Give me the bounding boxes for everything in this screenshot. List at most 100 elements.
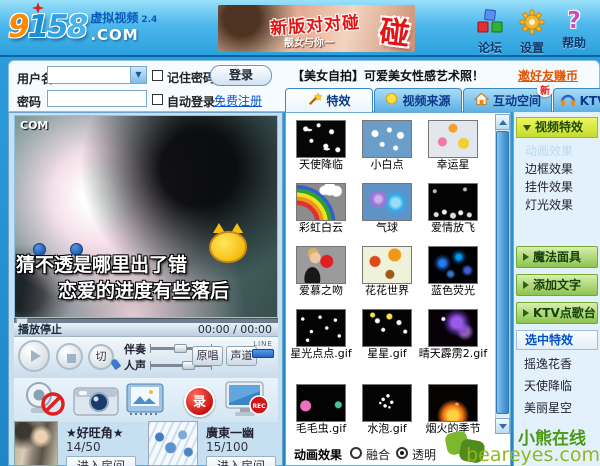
- bulb-icon: [385, 92, 398, 110]
- forum-cubes-icon: [476, 24, 504, 38]
- effect-label: 气球: [352, 222, 422, 234]
- transparent-radio[interactable]: [396, 447, 408, 459]
- effect-label: 水泡.gif: [352, 423, 422, 435]
- line-in-toggle[interactable]: LINE: [252, 340, 274, 358]
- section-ktv-songs[interactable]: KTV点歌台: [516, 302, 598, 324]
- selected-effect-item[interactable]: 美丽星空: [518, 398, 598, 418]
- vocal-label: 人声: [124, 357, 146, 373]
- effect-item[interactable]: 星星.gif: [352, 309, 422, 360]
- section-magic-mask-label: 魔法面具: [533, 250, 581, 264]
- section-add-text-label: 添加文字: [533, 278, 581, 292]
- section-video-effects[interactable]: 视频特效: [516, 117, 598, 138]
- effect-item[interactable]: 天使降临: [286, 120, 356, 171]
- record-button[interactable]: 录: [176, 382, 224, 422]
- effect-label: 天使降临: [286, 159, 356, 171]
- transparent-radio-label: 透明: [412, 446, 436, 463]
- magic-wand-icon: [307, 92, 322, 110]
- section-ktv-songs-label: KTV点歌台: [533, 306, 596, 320]
- snapshot-button[interactable]: [72, 382, 120, 422]
- sidebar-item-pendant[interactable]: 挂件效果: [520, 179, 596, 196]
- nav-forum-label: 论坛: [468, 39, 512, 56]
- sidebar-item-light[interactable]: 灯光效果: [520, 197, 596, 214]
- remember-password-checkbox[interactable]: [152, 70, 163, 81]
- sidebar-item-animation[interactable]: 动画效果: [520, 143, 596, 160]
- play-button[interactable]: [18, 340, 50, 372]
- original-vocal-button[interactable]: 原唱: [192, 346, 223, 366]
- effect-item[interactable]: 水泡.gif: [352, 384, 422, 435]
- sidebar-item-border[interactable]: 边框效果: [520, 161, 596, 178]
- effect-thumbnail: [362, 309, 412, 347]
- tab-ktv[interactable]: KTV: [553, 88, 600, 112]
- free-register-link[interactable]: 免费注册: [214, 92, 262, 109]
- lyric-line-1: 猜不透是哪里出了错: [16, 250, 187, 277]
- tab-interactive-space[interactable]: 互动空间 新: [463, 88, 552, 112]
- switch-button[interactable]: 切: [88, 344, 114, 370]
- blend-radio[interactable]: [350, 447, 362, 459]
- room-thumbnail[interactable]: [148, 421, 198, 466]
- camera-off-button[interactable]: [22, 380, 70, 420]
- video-corner-label: COM: [20, 119, 48, 132]
- line-plug-icon: [252, 349, 274, 358]
- effect-item[interactable]: 气球: [352, 183, 422, 234]
- promo-text: 【美女自拍】可爱美女性感艺术照！: [292, 67, 484, 84]
- watermark: 小熊在线 beareyes.com: [440, 424, 600, 466]
- nav-forum[interactable]: 论坛: [468, 9, 512, 56]
- username-combobox[interactable]: ▼: [47, 66, 147, 84]
- effect-thumbnail: [296, 246, 346, 284]
- nav-help-label: 帮助: [552, 34, 596, 51]
- room-count: 14/50: [66, 440, 101, 454]
- arrow-up-icon: [499, 120, 507, 125]
- blend-radio-label: 融合: [366, 446, 390, 463]
- accompaniment-slider-thumb[interactable]: [174, 344, 187, 353]
- effect-item[interactable]: 毛毛虫.gif: [286, 384, 356, 435]
- effect-thumbnail: [428, 120, 478, 158]
- effect-thumbnail: [362, 246, 412, 284]
- password-input[interactable]: [47, 90, 147, 107]
- photo-album-icon: [124, 407, 166, 421]
- playback-time: 00:00 / 00:00: [198, 323, 272, 337]
- chevron-down-icon: [523, 125, 531, 131]
- scroll-up-button[interactable]: [495, 114, 510, 130]
- effect-item[interactable]: 彩虹白云: [286, 183, 356, 234]
- playback-status: 播放停止: [18, 323, 62, 337]
- section-video-effects-label: 视频特效: [535, 120, 583, 134]
- tab-video-source[interactable]: 视频来源: [374, 88, 462, 112]
- auto-login-checkbox[interactable]: [152, 94, 163, 105]
- effect-item[interactable]: 爱慕之吻: [286, 246, 356, 297]
- effect-item[interactable]: 幸运星: [418, 120, 488, 171]
- effect-thumbnail: [428, 384, 478, 422]
- tab-effects-label: 特效: [326, 92, 350, 109]
- combobox-dropdown-arrow-icon[interactable]: ▼: [130, 67, 146, 83]
- room-thumbnail[interactable]: [14, 421, 58, 466]
- section-add-text[interactable]: 添加文字: [516, 274, 598, 296]
- stop-button[interactable]: [56, 343, 83, 370]
- effect-label: 蓝色荧光: [418, 285, 488, 297]
- headphones-icon: [560, 92, 576, 109]
- effect-label: 爱情放飞: [418, 222, 488, 234]
- login-button[interactable]: 登录: [210, 65, 272, 86]
- enter-room-button[interactable]: 进入房间: [66, 456, 136, 466]
- selected-effect-item[interactable]: 摇逸花香: [518, 354, 598, 374]
- effect-item[interactable]: 星光点点.gif: [286, 309, 356, 360]
- tab-video-source-label: 视频来源: [402, 92, 450, 109]
- new-badge: 新: [537, 82, 553, 97]
- grid-scrollbar-thumb[interactable]: [496, 131, 509, 414]
- tab-effects[interactable]: 特效: [285, 88, 373, 112]
- ad-banner[interactable]: 新版对对碰 靓女与你一 碰: [218, 5, 415, 52]
- section-magic-mask[interactable]: 魔法面具: [516, 246, 598, 268]
- nav-settings[interactable]: 设置: [510, 9, 554, 56]
- screen-record-button[interactable]: REC: [222, 380, 270, 420]
- effect-thumbnail: [296, 309, 346, 347]
- effect-item[interactable]: 晴天霹雳2.gif: [418, 309, 488, 360]
- effect-item[interactable]: 小白点: [352, 120, 422, 171]
- record-icon: 录: [184, 386, 215, 417]
- effect-label: 星星.gif: [352, 348, 422, 360]
- effect-item[interactable]: 花花世界: [352, 246, 422, 297]
- effect-item[interactable]: 爱情放飞: [418, 183, 488, 234]
- nav-help[interactable]: ? 帮助: [552, 9, 596, 51]
- effect-thumbnail: [296, 120, 346, 158]
- photo-album-button[interactable]: [124, 382, 172, 422]
- selected-effect-item[interactable]: 天使降临: [518, 376, 598, 396]
- effect-item[interactable]: 蓝色荧光: [418, 246, 488, 297]
- enter-room-button[interactable]: 进入房间: [206, 456, 276, 466]
